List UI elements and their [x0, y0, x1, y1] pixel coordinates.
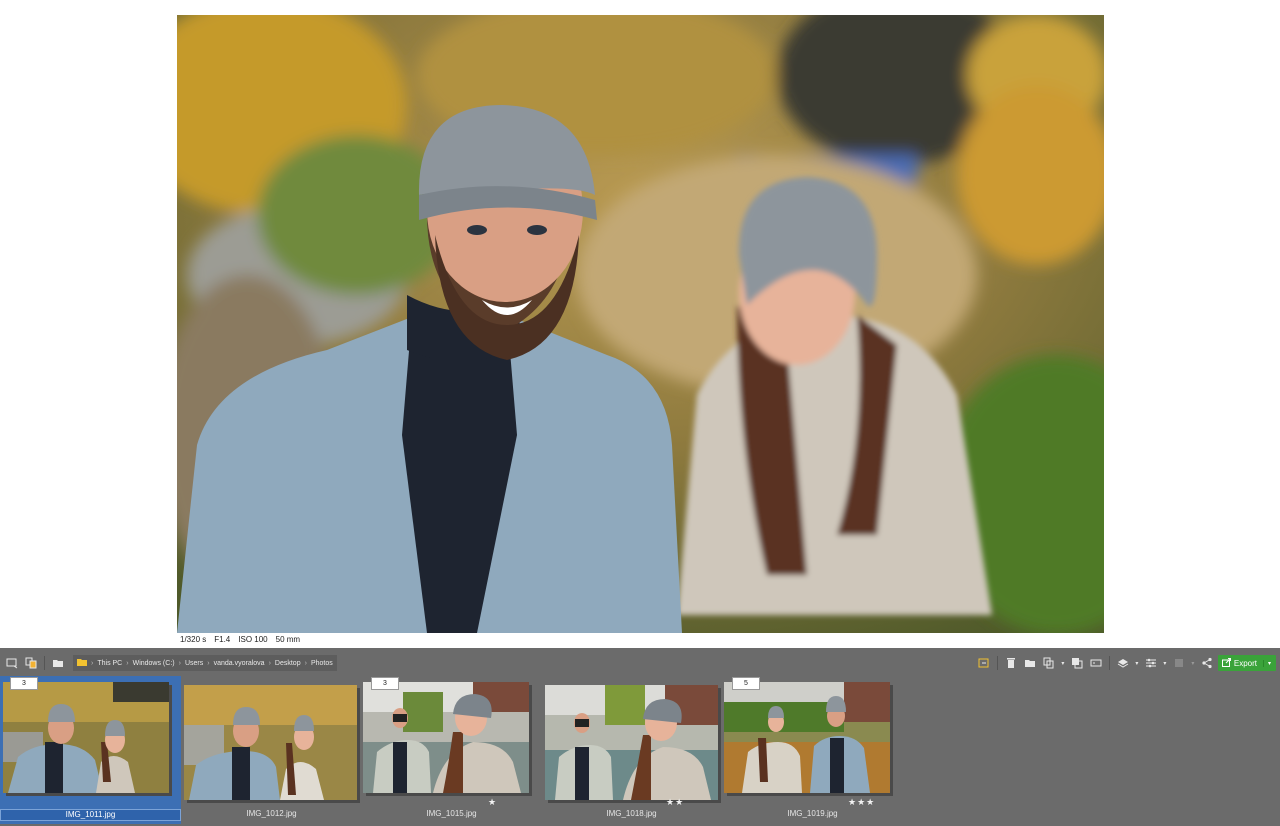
compare-icon[interactable] [23, 655, 39, 671]
star-rating[interactable]: ★★ [666, 797, 684, 808]
filmstrip-panel: › This PC › Windows (C:) › Users › vanda… [0, 648, 1280, 826]
main-photo[interactable] [177, 15, 1104, 633]
thumbnail-filename: IMG_1019.jpg [787, 809, 838, 818]
main-photo-image [177, 15, 1104, 633]
breadcrumb-separator: › [268, 659, 271, 667]
filmstrip-toolbar: › This PC › Windows (C:) › Users › vanda… [0, 648, 1280, 678]
copy-icon[interactable] [1041, 655, 1057, 671]
thumbnail-filename: IMG_1011.jpg [0, 809, 181, 821]
breadcrumb-users[interactable]: Users [185, 660, 203, 667]
thumbnail-badge: 3 [10, 677, 38, 690]
folder-icon [77, 658, 87, 668]
toolbar-divider [44, 656, 45, 670]
thumbnail-strip: 3 IMG_1011.jpg IMG_1012.jpg 3 ★ IMG_1015… [0, 676, 1280, 826]
adjustments-icon[interactable] [1143, 655, 1159, 671]
breadcrumb: › This PC › Windows (C:) › Users › vanda… [73, 655, 337, 671]
toolbar-divider [1108, 656, 1110, 670]
copy-to-icon[interactable] [976, 655, 992, 671]
import-icon[interactable] [4, 655, 20, 671]
dropdown-caret-icon[interactable]: ▾ [1134, 655, 1140, 671]
thumbnail[interactable]: 3 IMG_1011.jpg [0, 676, 181, 824]
breadcrumb-this-pc[interactable]: This PC [97, 660, 122, 667]
breadcrumb-separator: › [91, 659, 94, 667]
exif-iso: ISO 100 [238, 635, 268, 644]
thumbnail[interactable]: 5 ★★★ IMG_1019.jpg [722, 676, 903, 824]
exif-shutter: 1/320 s [180, 635, 207, 644]
star-rating[interactable]: ★ [488, 797, 497, 808]
trash-icon[interactable] [1003, 655, 1019, 671]
thumbnail-image [363, 682, 529, 793]
dropdown-caret-icon: ▾ [1191, 660, 1195, 667]
dropdown-caret-icon[interactable]: ▾ [1162, 655, 1168, 671]
export-button[interactable]: Export ▾ [1217, 655, 1276, 671]
disabled-tool-icon [1171, 655, 1187, 671]
breadcrumb-separator: › [207, 659, 210, 667]
star-rating[interactable]: ★★★ [848, 797, 875, 808]
breadcrumb-desktop[interactable]: Desktop [275, 660, 301, 667]
thumbnail[interactable]: IMG_1012.jpg [181, 676, 362, 824]
thumbnail[interactable]: ★★ IMG_1018.jpg [541, 676, 722, 824]
breadcrumb-user[interactable]: vanda.vyoralova [214, 660, 265, 667]
breadcrumb-separator: › [304, 659, 307, 667]
move-folder-icon[interactable] [1022, 655, 1038, 671]
toolbar-divider [996, 656, 998, 670]
thumbnail[interactable]: 3 ★ IMG_1015.jpg [361, 676, 542, 824]
thumbnail-image [724, 682, 890, 793]
breadcrumb-separator: › [178, 659, 181, 667]
dropdown-caret-icon[interactable]: ▾ [1060, 655, 1066, 671]
exif-focal-length: 50 mm [275, 635, 301, 644]
duplicate-icon[interactable] [1069, 655, 1085, 671]
export-label: Export [1233, 658, 1257, 668]
thumbnail-badge: 5 [732, 677, 760, 690]
thumbnail-filename: IMG_1015.jpg [426, 809, 477, 818]
thumbnail-filename: IMG_1012.jpg [246, 809, 297, 818]
share-icon[interactable] [1199, 655, 1215, 671]
exif-info: 1/320 s F1.4 ISO 100 50 mm [180, 635, 300, 647]
thumbnail-image [545, 685, 718, 800]
thumbnail-image [3, 682, 169, 793]
breadcrumb-separator: › [126, 659, 129, 667]
breadcrumb-photos[interactable]: Photos [311, 660, 333, 667]
exif-aperture: F1.4 [214, 635, 231, 644]
export-dropdown-icon[interactable]: ▾ [1262, 659, 1271, 667]
thumbnail-image [184, 685, 357, 800]
rename-icon[interactable] [1088, 655, 1104, 671]
breadcrumb-drive[interactable]: Windows (C:) [133, 660, 175, 667]
layers-icon[interactable] [1115, 655, 1131, 671]
folder-nav-icon[interactable] [50, 655, 66, 671]
photo-viewer: 1/320 s F1.4 ISO 100 50 mm [0, 0, 1280, 648]
thumbnail-filename: IMG_1018.jpg [606, 809, 657, 818]
thumbnail-badge: 3 [371, 677, 399, 690]
export-icon [1221, 657, 1231, 669]
